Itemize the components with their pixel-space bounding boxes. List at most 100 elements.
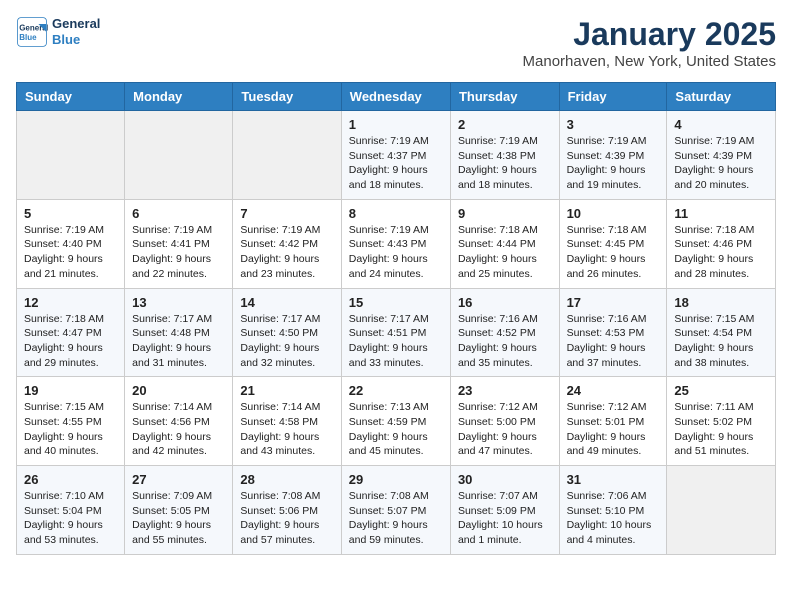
calendar-cell: 23 Sunrise: 7:12 AM Sunset: 5:00 PM Dayli… [450, 377, 559, 466]
day-number: 12 [24, 295, 117, 310]
calendar-table: SundayMondayTuesdayWednesdayThursdayFrid… [16, 82, 776, 555]
day-number: 9 [458, 206, 552, 221]
day-info: Sunrise: 7:12 AM Sunset: 5:00 PM Dayligh… [458, 400, 552, 459]
calendar-week-row: 26 Sunrise: 7:10 AM Sunset: 5:04 PM Dayli… [17, 466, 776, 555]
day-info: Sunrise: 7:19 AM Sunset: 4:40 PM Dayligh… [24, 223, 117, 282]
day-info: Sunrise: 7:19 AM Sunset: 4:41 PM Dayligh… [132, 223, 225, 282]
day-info: Sunrise: 7:08 AM Sunset: 5:06 PM Dayligh… [240, 489, 333, 548]
day-number: 15 [349, 295, 443, 310]
day-number: 5 [24, 206, 117, 221]
calendar-header-monday: Monday [125, 83, 233, 111]
day-number: 25 [674, 383, 768, 398]
day-number: 4 [674, 117, 768, 132]
calendar-cell: 20 Sunrise: 7:14 AM Sunset: 4:56 PM Dayli… [125, 377, 233, 466]
day-info: Sunrise: 7:18 AM Sunset: 4:46 PM Dayligh… [674, 223, 768, 282]
day-info: Sunrise: 7:06 AM Sunset: 5:10 PM Dayligh… [567, 489, 660, 548]
day-number: 20 [132, 383, 225, 398]
day-number: 3 [567, 117, 660, 132]
logo-icon: General Blue [16, 16, 48, 48]
day-number: 31 [567, 472, 660, 487]
day-info: Sunrise: 7:16 AM Sunset: 4:52 PM Dayligh… [458, 312, 552, 371]
day-info: Sunrise: 7:19 AM Sunset: 4:39 PM Dayligh… [567, 134, 660, 193]
day-info: Sunrise: 7:19 AM Sunset: 4:39 PM Dayligh… [674, 134, 768, 193]
day-info: Sunrise: 7:17 AM Sunset: 4:51 PM Dayligh… [349, 312, 443, 371]
calendar-cell: 4 Sunrise: 7:19 AM Sunset: 4:39 PM Daylig… [667, 111, 776, 200]
day-info: Sunrise: 7:18 AM Sunset: 4:44 PM Dayligh… [458, 223, 552, 282]
day-info: Sunrise: 7:17 AM Sunset: 4:48 PM Dayligh… [132, 312, 225, 371]
calendar-header-tuesday: Tuesday [233, 83, 341, 111]
day-number: 18 [674, 295, 768, 310]
calendar-cell: 3 Sunrise: 7:19 AM Sunset: 4:39 PM Daylig… [559, 111, 667, 200]
calendar-cell: 31 Sunrise: 7:06 AM Sunset: 5:10 PM Dayli… [559, 466, 667, 555]
day-info: Sunrise: 7:18 AM Sunset: 4:45 PM Dayligh… [567, 223, 660, 282]
calendar-cell: 22 Sunrise: 7:13 AM Sunset: 4:59 PM Dayli… [341, 377, 450, 466]
day-info: Sunrise: 7:08 AM Sunset: 5:07 PM Dayligh… [349, 489, 443, 548]
day-number: 23 [458, 383, 552, 398]
day-number: 8 [349, 206, 443, 221]
day-number: 28 [240, 472, 333, 487]
day-number: 30 [458, 472, 552, 487]
day-number: 16 [458, 295, 552, 310]
day-info: Sunrise: 7:14 AM Sunset: 4:58 PM Dayligh… [240, 400, 333, 459]
day-number: 21 [240, 383, 333, 398]
calendar-header-saturday: Saturday [667, 83, 776, 111]
day-number: 26 [24, 472, 117, 487]
calendar-cell: 16 Sunrise: 7:16 AM Sunset: 4:52 PM Dayli… [450, 288, 559, 377]
calendar-cell: 18Sunrise: 7:15 AM Sunset: 4:54 PM Dayli… [667, 288, 776, 377]
calendar-cell [125, 111, 233, 200]
day-info: Sunrise: 7:19 AM Sunset: 4:37 PM Dayligh… [349, 134, 443, 193]
calendar-cell: 15 Sunrise: 7:17 AM Sunset: 4:51 PM Dayli… [341, 288, 450, 377]
calendar-cell: 8 Sunrise: 7:19 AM Sunset: 4:43 PM Daylig… [341, 199, 450, 288]
day-info: Sunrise: 7:12 AM Sunset: 5:01 PM Dayligh… [567, 400, 660, 459]
day-number: 24 [567, 383, 660, 398]
calendar-cell [233, 111, 341, 200]
calendar-cell: 27 Sunrise: 7:09 AM Sunset: 5:05 PM Dayli… [125, 466, 233, 555]
day-number: 14 [240, 295, 333, 310]
page-header: General Blue General Blue January 2025 M… [16, 16, 776, 70]
calendar-cell: 13 Sunrise: 7:17 AM Sunset: 4:48 PM Dayli… [125, 288, 233, 377]
day-number: 6 [132, 206, 225, 221]
day-number: 10 [567, 206, 660, 221]
day-number: 1 [349, 117, 443, 132]
day-info: Sunrise: 7:19 AM Sunset: 4:43 PM Dayligh… [349, 223, 443, 282]
day-number: 7 [240, 206, 333, 221]
calendar-cell: 12 Sunrise: 7:18 AM Sunset: 4:47 PM Dayli… [17, 288, 125, 377]
day-number: 27 [132, 472, 225, 487]
day-info: Sunrise: 7:18 AM Sunset: 4:47 PM Dayligh… [24, 312, 117, 371]
calendar-cell: 26 Sunrise: 7:10 AM Sunset: 5:04 PM Dayli… [17, 466, 125, 555]
calendar-week-row: 19 Sunrise: 7:15 AM Sunset: 4:55 PM Dayli… [17, 377, 776, 466]
calendar-cell: 24 Sunrise: 7:12 AM Sunset: 5:01 PM Dayli… [559, 377, 667, 466]
day-number: 2 [458, 117, 552, 132]
calendar-cell: 1 Sunrise: 7:19 AM Sunset: 4:37 PM Daylig… [341, 111, 450, 200]
calendar-cell [17, 111, 125, 200]
logo-text-line1: General [52, 16, 100, 32]
day-info: Sunrise: 7:15 AM Sunset: 4:55 PM Dayligh… [24, 400, 117, 459]
calendar-cell [667, 466, 776, 555]
day-number: 19 [24, 383, 117, 398]
day-number: 13 [132, 295, 225, 310]
calendar-cell: 5 Sunrise: 7:19 AM Sunset: 4:40 PM Daylig… [17, 199, 125, 288]
day-info: Sunrise: 7:19 AM Sunset: 4:38 PM Dayligh… [458, 134, 552, 193]
calendar-header-wednesday: Wednesday [341, 83, 450, 111]
day-info: Sunrise: 7:09 AM Sunset: 5:05 PM Dayligh… [132, 489, 225, 548]
calendar-cell: 30Sunrise: 7:07 AM Sunset: 5:09 PM Dayli… [450, 466, 559, 555]
day-number: 11 [674, 206, 768, 221]
calendar-cell: 11 Sunrise: 7:18 AM Sunset: 4:46 PM Dayli… [667, 199, 776, 288]
svg-text:Blue: Blue [19, 33, 37, 42]
calendar-cell: 28 Sunrise: 7:08 AM Sunset: 5:06 PM Dayli… [233, 466, 341, 555]
calendar-header-thursday: Thursday [450, 83, 559, 111]
location-subtitle: Manorhaven, New York, United States [523, 53, 776, 70]
calendar-header-sunday: Sunday [17, 83, 125, 111]
calendar-week-row: 5 Sunrise: 7:19 AM Sunset: 4:40 PM Daylig… [17, 199, 776, 288]
calendar-cell: 6 Sunrise: 7:19 AM Sunset: 4:41 PM Daylig… [125, 199, 233, 288]
calendar-week-row: 12 Sunrise: 7:18 AM Sunset: 4:47 PM Dayli… [17, 288, 776, 377]
day-info: Sunrise: 7:13 AM Sunset: 4:59 PM Dayligh… [349, 400, 443, 459]
day-info: Sunrise: 7:10 AM Sunset: 5:04 PM Dayligh… [24, 489, 117, 548]
day-info: Sunrise: 7:14 AM Sunset: 4:56 PM Dayligh… [132, 400, 225, 459]
day-info: Sunrise: 7:19 AM Sunset: 4:42 PM Dayligh… [240, 223, 333, 282]
title-block: January 2025 Manorhaven, New York, Unite… [523, 16, 776, 70]
day-info: Sunrise: 7:17 AM Sunset: 4:50 PM Dayligh… [240, 312, 333, 371]
calendar-cell: 14 Sunrise: 7:17 AM Sunset: 4:50 PM Dayli… [233, 288, 341, 377]
day-number: 22 [349, 383, 443, 398]
calendar-header-friday: Friday [559, 83, 667, 111]
